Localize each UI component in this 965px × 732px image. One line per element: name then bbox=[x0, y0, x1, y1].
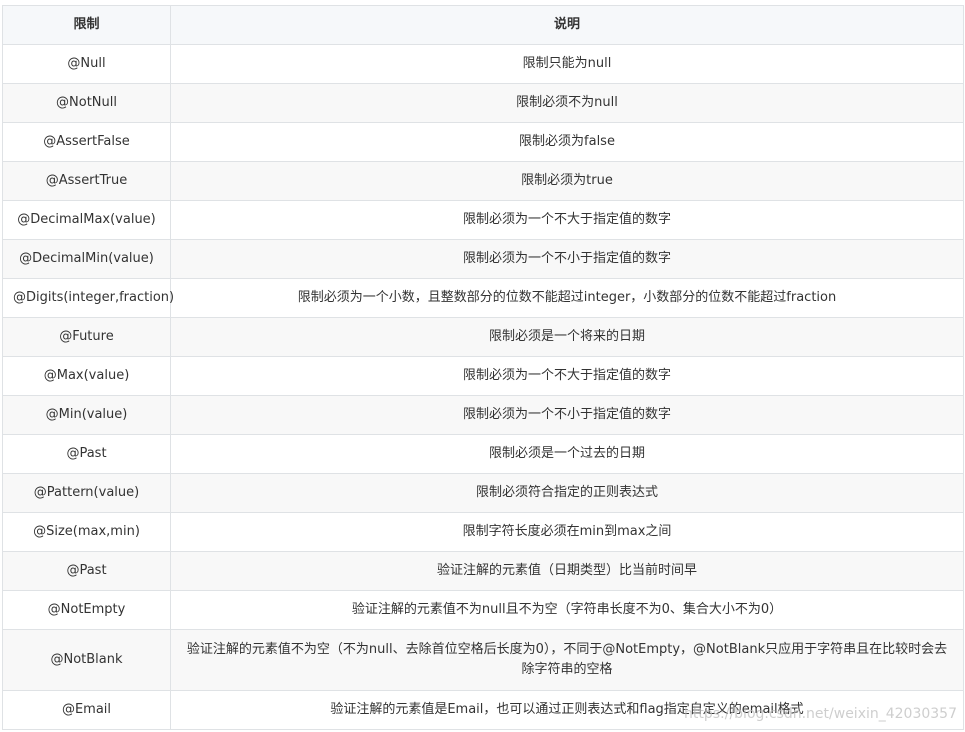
annotation-cell: @DecimalMax(value) bbox=[2, 200, 171, 240]
description-cell: 验证注解的元素值（日期类型）比当前时间早 bbox=[170, 551, 964, 591]
description-cell: 限制只能为null bbox=[170, 44, 964, 84]
description-cell: 限制必须为一个不大于指定值的数字 bbox=[170, 200, 964, 240]
table-header-row: 限制 说明 bbox=[2, 5, 964, 45]
annotation-cell: @Past bbox=[2, 434, 171, 474]
description-cell: 限制必须是一个过去的日期 bbox=[170, 434, 964, 474]
description-cell: 验证注解的元素值不为null且不为空（字符串长度不为0、集合大小不为0） bbox=[170, 590, 964, 630]
annotation-cell: @DecimalMin(value) bbox=[2, 239, 171, 279]
description-cell: 限制必须是一个将来的日期 bbox=[170, 317, 964, 357]
annotation-cell: @AssertFalse bbox=[2, 122, 171, 162]
table-row: @Email 验证注解的元素值是Email，也可以通过正则表达式和flag指定自… bbox=[2, 690, 964, 730]
description-cell: 限制必须为false bbox=[170, 122, 964, 162]
annotation-cell: @Future bbox=[2, 317, 171, 357]
description-cell: 限制必须不为null bbox=[170, 83, 964, 123]
table-row: @DecimalMin(value) 限制必须为一个不小于指定值的数字 bbox=[2, 239, 964, 279]
constraint-table-container: 限制 说明 @Null 限制只能为null @NotNull 限制必须不为nul… bbox=[2, 5, 964, 730]
description-cell: 验证注解的元素值是Email，也可以通过正则表达式和flag指定自定义的emai… bbox=[170, 690, 964, 730]
header-constraint: 限制 bbox=[2, 5, 171, 45]
table-row: @Max(value) 限制必须为一个不大于指定值的数字 bbox=[2, 356, 964, 396]
annotation-cell: @Digits(integer,fraction) bbox=[2, 278, 174, 318]
annotation-cell: @Null bbox=[2, 44, 171, 84]
description-cell: 限制必须为一个不大于指定值的数字 bbox=[170, 356, 964, 396]
table-row: @NotBlank 验证注解的元素值不为空（不为null、去除首位空格后长度为0… bbox=[2, 629, 964, 691]
description-cell: 限制必须为一个小数，且整数部分的位数不能超过integer，小数部分的位数不能超… bbox=[170, 278, 964, 318]
annotation-cell: @Max(value) bbox=[2, 356, 171, 396]
annotation-cell: @Past bbox=[2, 551, 171, 591]
table-row: @Past 验证注解的元素值（日期类型）比当前时间早 bbox=[2, 551, 964, 591]
description-cell: 限制字符长度必须在min到max之间 bbox=[170, 512, 964, 552]
table-row: @AssertTrue 限制必须为true bbox=[2, 161, 964, 201]
description-cell: 验证注解的元素值不为空（不为null、去除首位空格后长度为0），不同于@NotE… bbox=[170, 629, 964, 691]
table-row: @Min(value) 限制必须为一个不小于指定值的数字 bbox=[2, 395, 964, 435]
annotation-cell: @AssertTrue bbox=[2, 161, 171, 201]
table-row: @NotNull 限制必须不为null bbox=[2, 83, 964, 123]
annotation-cell: @NotBlank bbox=[2, 629, 171, 691]
annotation-cell: @NotEmpty bbox=[2, 590, 171, 630]
table-row: @DecimalMax(value) 限制必须为一个不大于指定值的数字 bbox=[2, 200, 964, 240]
table-row: @NotEmpty 验证注解的元素值不为null且不为空（字符串长度不为0、集合… bbox=[2, 590, 964, 630]
header-description: 说明 bbox=[170, 5, 964, 45]
description-cell: 限制必须为true bbox=[170, 161, 964, 201]
description-cell: 限制必须符合指定的正则表达式 bbox=[170, 473, 964, 513]
table-row: @AssertFalse 限制必须为false bbox=[2, 122, 964, 162]
annotation-cell: @Min(value) bbox=[2, 395, 171, 435]
constraint-table: 限制 说明 @Null 限制只能为null @NotNull 限制必须不为nul… bbox=[2, 5, 964, 730]
annotation-cell: @Email bbox=[2, 690, 171, 730]
annotation-cell: @Size(max,min) bbox=[2, 512, 171, 552]
table-row: @Future 限制必须是一个将来的日期 bbox=[2, 317, 964, 357]
annotation-cell: @NotNull bbox=[2, 83, 171, 123]
table-row: @Null 限制只能为null bbox=[2, 44, 964, 84]
table-row: @Pattern(value) 限制必须符合指定的正则表达式 bbox=[2, 473, 964, 513]
description-cell: 限制必须为一个不小于指定值的数字 bbox=[170, 239, 964, 279]
table-row: @Past 限制必须是一个过去的日期 bbox=[2, 434, 964, 474]
table-row: @Digits(integer,fraction) 限制必须为一个小数，且整数部… bbox=[2, 278, 964, 318]
annotation-cell: @Pattern(value) bbox=[2, 473, 171, 513]
table-row: @Size(max,min) 限制字符长度必须在min到max之间 bbox=[2, 512, 964, 552]
description-cell: 限制必须为一个不小于指定值的数字 bbox=[170, 395, 964, 435]
